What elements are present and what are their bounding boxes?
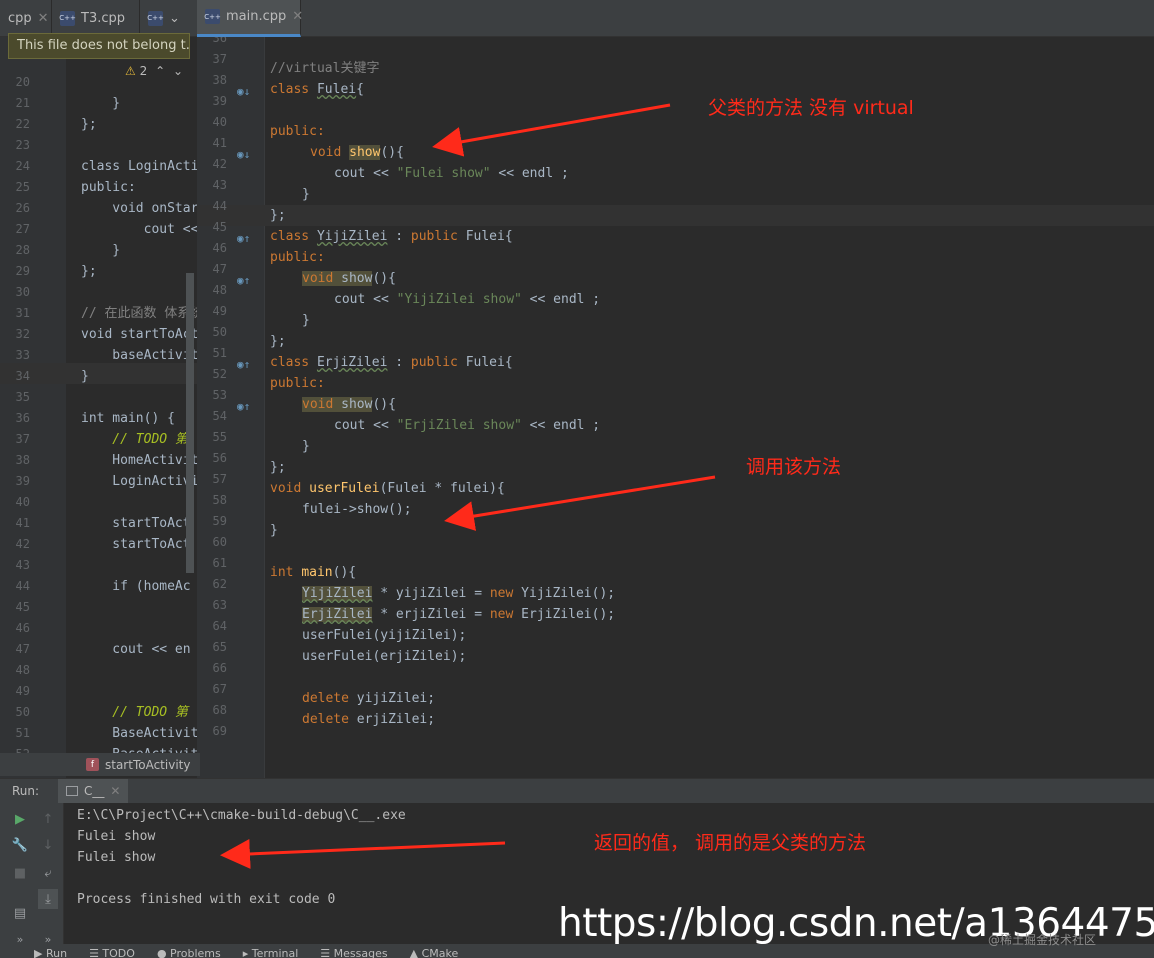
- annotation-arrows: [220, 103, 716, 869]
- arrow-to-fulei-call: [444, 475, 716, 531]
- arrow-to-output: [220, 838, 506, 869]
- annotation-no-virtual: 父类的方法 没有 virtual: [708, 97, 914, 119]
- watermark-small: @稀土掘金技术社区: [988, 933, 1097, 947]
- annotation-call-method: 调用该方法: [746, 456, 842, 478]
- annotation-return-value: 返回的值， 调用的是父类的方法: [594, 832, 867, 854]
- arrow-to-show-method: [432, 103, 671, 157]
